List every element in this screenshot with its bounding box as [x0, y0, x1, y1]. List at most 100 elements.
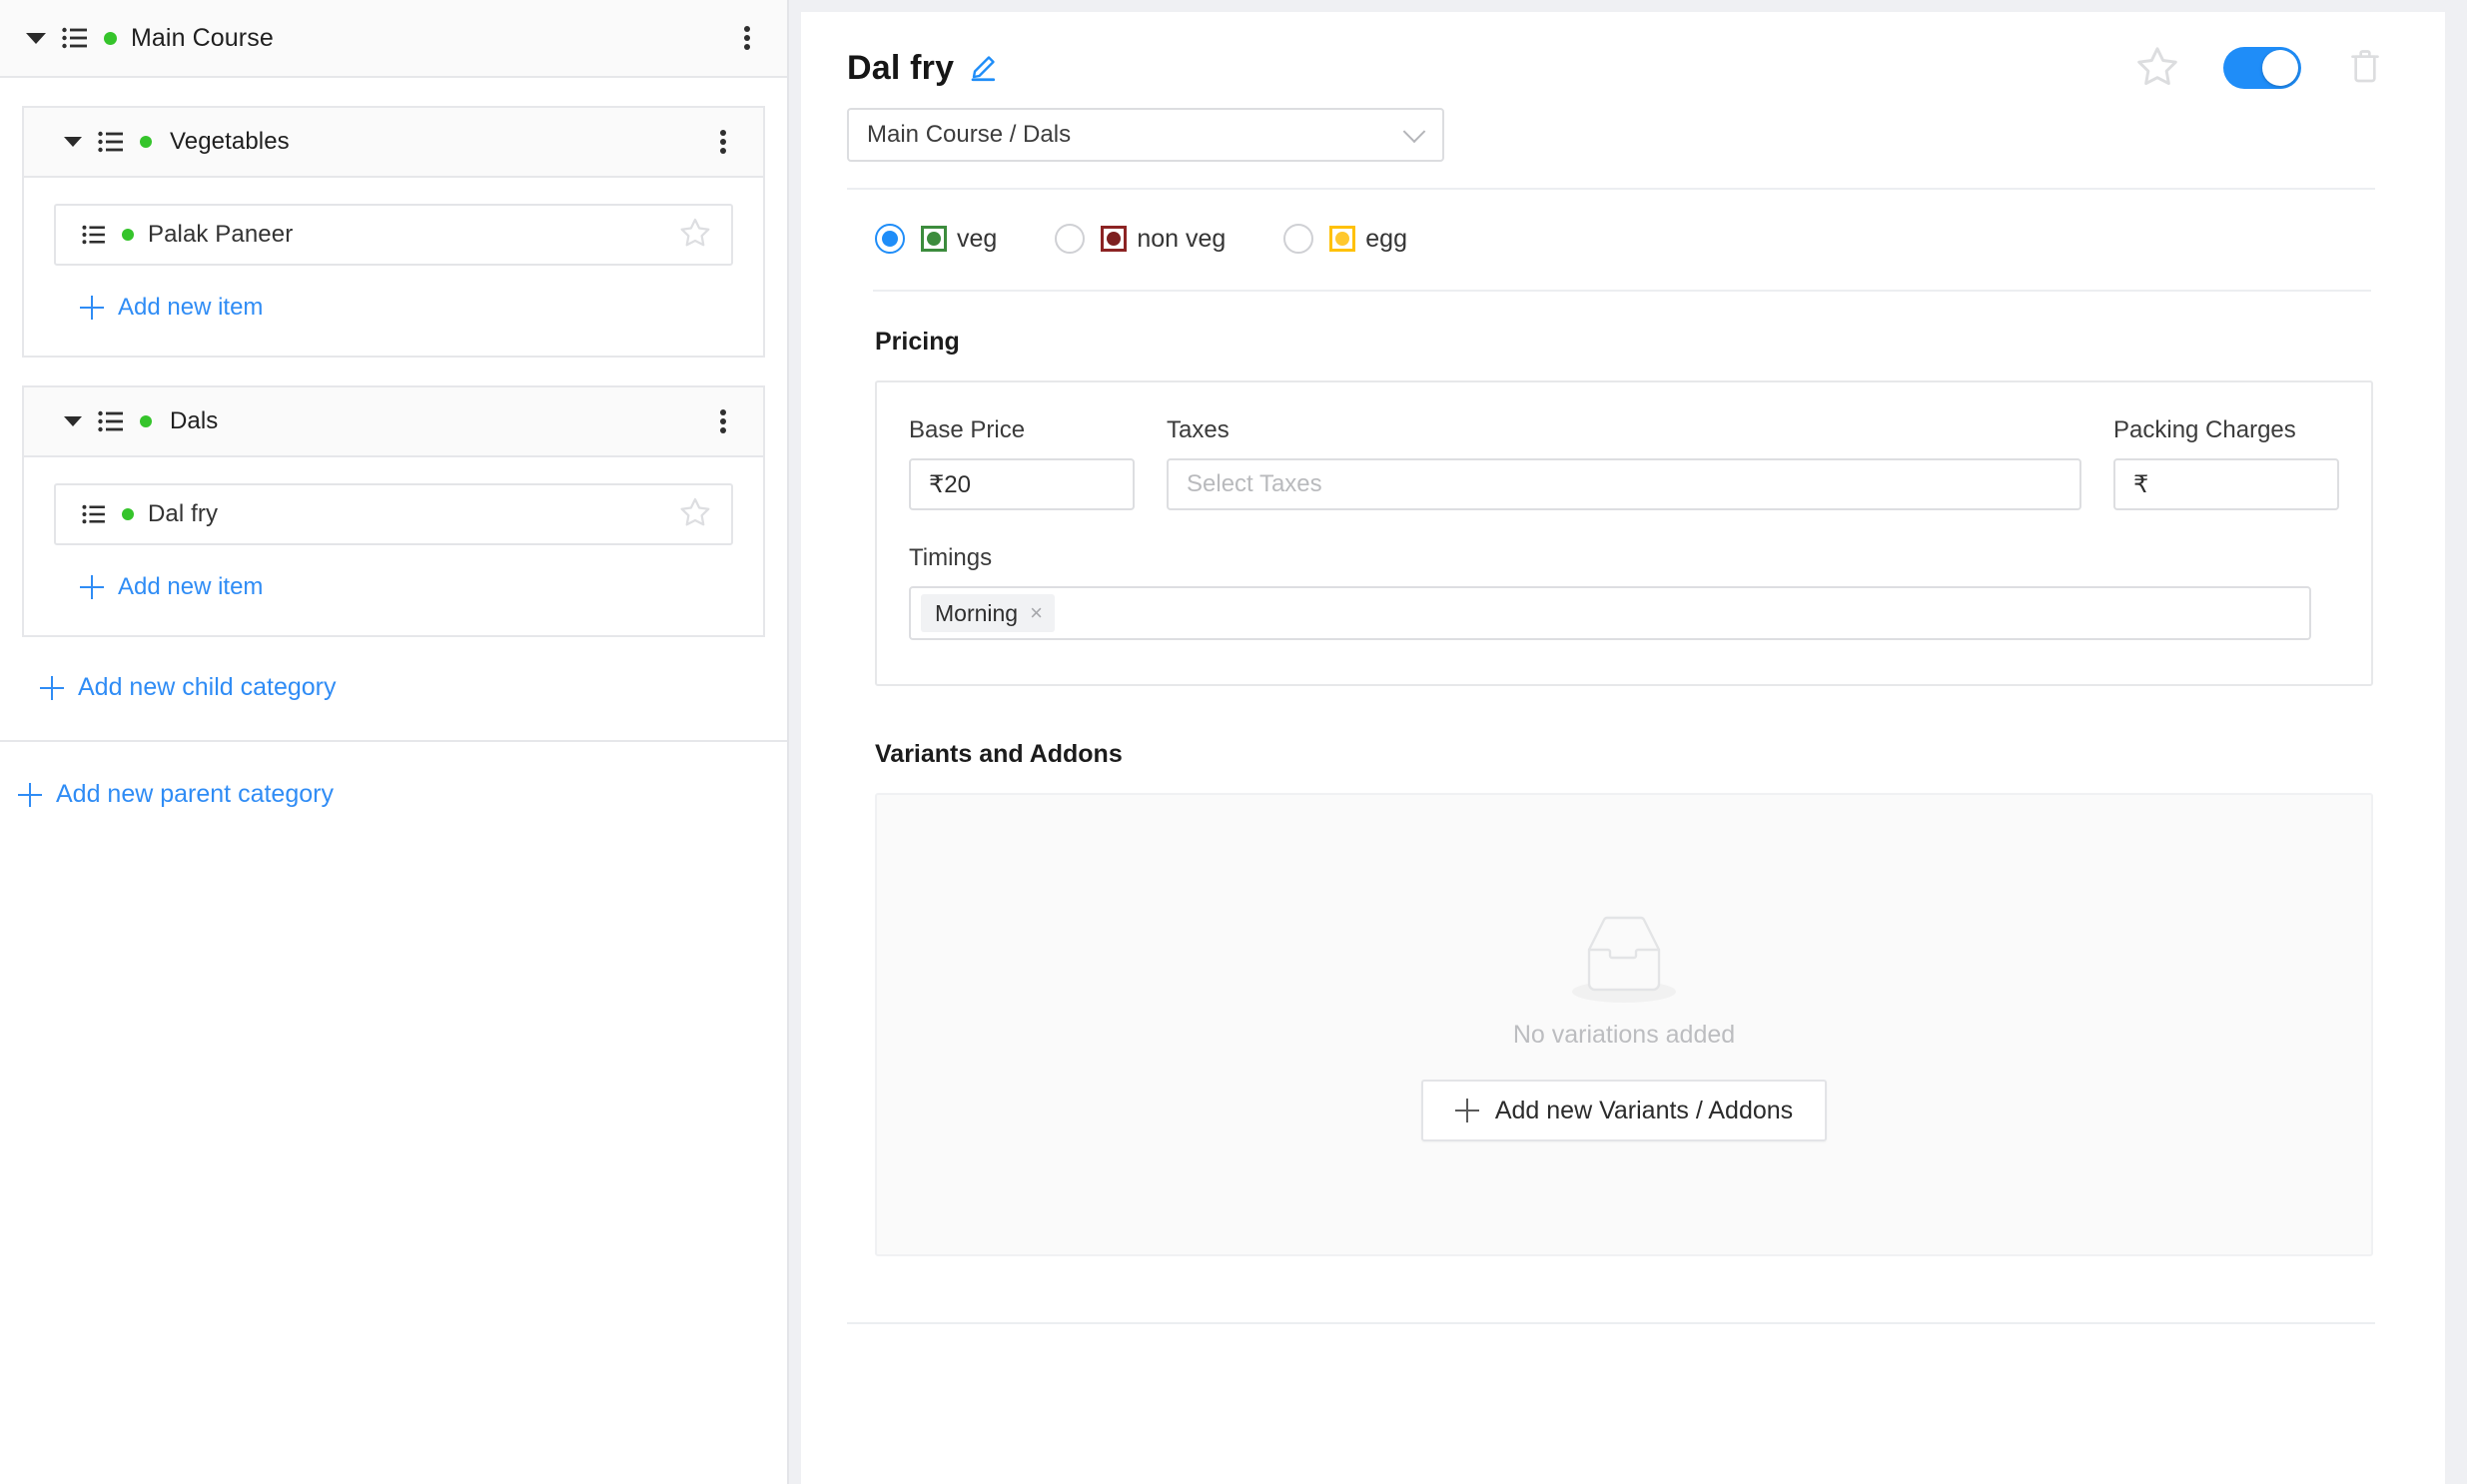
- add-new-parent-category-label: Add new parent category: [56, 780, 334, 808]
- toggle-knob: [2262, 50, 2298, 86]
- status-dot-active: [122, 229, 134, 241]
- star-outline-icon[interactable]: [679, 217, 711, 254]
- add-new-child-category-label: Add new child category: [78, 673, 337, 701]
- timings-tag-label: Morning: [935, 599, 1019, 626]
- taxes-input[interactable]: Select Taxes: [1167, 458, 2081, 510]
- status-dot-active: [140, 415, 152, 427]
- status-dot-active: [140, 136, 152, 148]
- category-sidebar: Main Course Vegetables Palak Paneer Add …: [0, 0, 789, 1484]
- taxes-field: Taxes Select Taxes: [1167, 416, 2081, 510]
- base-price-field: Base Price ₹20: [909, 416, 1135, 510]
- food-type-option-non-veg[interactable]: non veg: [1055, 224, 1226, 254]
- timings-tag-morning[interactable]: Morning ×: [921, 594, 1055, 632]
- child-category-body: Dal fry Add new item: [24, 457, 763, 635]
- status-dot-active: [104, 31, 117, 45]
- list-item[interactable]: Palak Paneer: [54, 204, 733, 266]
- add-new-variants-addons-button[interactable]: Add new Variants / Addons: [1420, 1080, 1828, 1141]
- plus-icon: [1454, 1099, 1479, 1122]
- add-child-category-row: Add new child category: [0, 637, 787, 742]
- variants-section-title: Variants and Addons: [875, 740, 1123, 768]
- page-title: Dal fry: [847, 48, 955, 87]
- list-item-label: Dal fry: [148, 500, 219, 527]
- packing-charges-input[interactable]: ₹: [2113, 458, 2339, 510]
- divider: [847, 1322, 2375, 1324]
- list-item-label: Palak Paneer: [148, 221, 294, 248]
- add-new-item-vegetables-button[interactable]: Add new item: [54, 294, 733, 322]
- category-select-value: Main Course / Dals: [867, 121, 1072, 148]
- kebab-menu-icon[interactable]: [709, 406, 737, 436]
- pricing-section-title: Pricing: [875, 328, 960, 356]
- radio-veg[interactable]: [875, 224, 905, 254]
- plus-icon: [80, 575, 104, 599]
- detail-header: Dal fry: [847, 12, 2399, 100]
- status-dot-active: [122, 508, 134, 520]
- packing-charges-label: Packing Charges: [2113, 416, 2296, 443]
- plus-icon: [18, 782, 42, 807]
- taxes-label: Taxes: [1167, 416, 1230, 443]
- child-category-body: Palak Paneer Add new item: [24, 178, 763, 356]
- radio-egg[interactable]: [1283, 224, 1314, 254]
- list-icon: [98, 410, 124, 432]
- food-type-radio-group: veg non veg egg: [847, 190, 2399, 290]
- detail-column: Dal fry Main Course / Dals veg non veg e…: [789, 0, 2467, 1484]
- app-root: Main Course Vegetables Palak Paneer Add …: [0, 0, 2467, 1484]
- child-category-vegetables: Vegetables Palak Paneer Add new item: [22, 106, 765, 358]
- add-new-item-dals-button[interactable]: Add new item: [54, 573, 733, 601]
- add-new-item-label: Add new item: [118, 573, 264, 600]
- child-category-header-dals[interactable]: Dals: [24, 387, 763, 457]
- pencil-edit-icon[interactable]: [968, 53, 998, 83]
- base-price-label: Base Price: [909, 416, 1026, 443]
- add-new-child-category-button[interactable]: Add new child category: [40, 673, 787, 702]
- parent-category-label: Main Course: [131, 23, 274, 52]
- availability-toggle[interactable]: [2223, 47, 2301, 89]
- star-outline-icon[interactable]: [2135, 44, 2179, 93]
- pricing-fields-row: Base Price ₹20 Taxes Select Taxes Packin…: [909, 416, 2339, 510]
- food-type-label-egg: egg: [1365, 224, 1407, 253]
- child-category-dals: Dals Dal fry Add new item: [22, 385, 765, 637]
- variants-empty-state: No variations added Add new Variants / A…: [875, 793, 2373, 1256]
- variants-empty-text: No variations added: [1512, 1021, 1736, 1049]
- trash-icon[interactable]: [2345, 45, 2385, 92]
- caret-down-icon[interactable]: [26, 32, 46, 44]
- parent-category-main-course[interactable]: Main Course: [0, 0, 787, 78]
- plus-icon: [80, 296, 104, 320]
- food-type-label-non-veg: non veg: [1137, 224, 1227, 253]
- non-veg-mark-icon: [1101, 226, 1128, 252]
- food-type-label-veg: veg: [957, 224, 998, 253]
- caret-down-icon[interactable]: [64, 416, 82, 426]
- detail-header-actions: [2135, 44, 2399, 93]
- food-type-option-egg[interactable]: egg: [1283, 224, 1407, 254]
- close-icon[interactable]: ×: [1030, 600, 1043, 626]
- kebab-menu-icon[interactable]: [709, 127, 737, 157]
- list-icon: [62, 27, 88, 49]
- list-icon: [82, 225, 106, 245]
- packing-charges-field: Packing Charges ₹: [2113, 416, 2339, 510]
- chevron-down-icon: [1402, 120, 1426, 144]
- item-detail-card: Dal fry Main Course / Dals veg non veg e…: [801, 12, 2445, 1484]
- timings-field: Timings Morning ×: [909, 544, 2339, 640]
- list-icon: [82, 504, 106, 524]
- veg-mark-icon: [921, 226, 947, 252]
- egg-mark-icon: [1329, 226, 1356, 252]
- caret-down-icon[interactable]: [64, 137, 82, 147]
- list-icon: [98, 131, 124, 153]
- radio-non-veg[interactable]: [1055, 224, 1086, 254]
- list-item[interactable]: Dal fry: [54, 483, 733, 545]
- add-new-item-label: Add new item: [118, 294, 264, 321]
- category-select[interactable]: Main Course / Dals: [847, 108, 1444, 162]
- add-parent-category-row: Add new parent category: [0, 742, 787, 809]
- child-category-header-vegetables[interactable]: Vegetables: [24, 108, 763, 178]
- empty-tray-icon: [1565, 908, 1683, 1015]
- star-outline-icon[interactable]: [679, 496, 711, 533]
- timings-input[interactable]: Morning ×: [909, 586, 2311, 640]
- kebab-menu-icon[interactable]: [733, 23, 761, 53]
- add-new-parent-category-button[interactable]: Add new parent category: [18, 780, 787, 809]
- pricing-section: Base Price ₹20 Taxes Select Taxes Packin…: [875, 380, 2373, 686]
- child-category-label: Vegetables: [170, 128, 290, 155]
- plus-icon: [40, 675, 64, 700]
- child-category-label: Dals: [170, 407, 219, 434]
- food-type-option-veg[interactable]: veg: [875, 224, 997, 254]
- timings-label: Timings: [909, 544, 993, 571]
- base-price-input[interactable]: ₹20: [909, 458, 1135, 510]
- add-new-variants-addons-label: Add new Variants / Addons: [1494, 1096, 1794, 1124]
